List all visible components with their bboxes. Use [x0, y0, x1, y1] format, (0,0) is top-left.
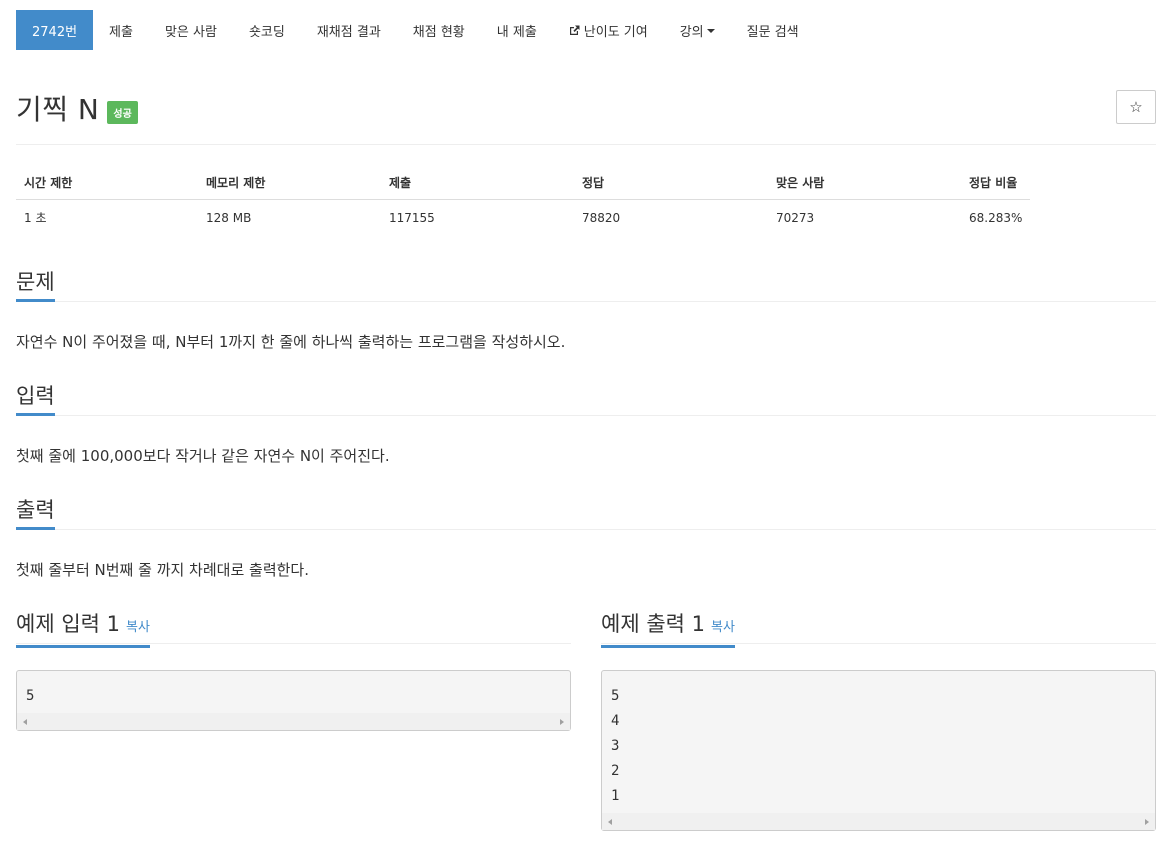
value-accept-ratio: 68.283%	[969, 210, 1023, 225]
page-title: 기찍 N	[16, 93, 100, 126]
input-description: 첫째 줄에 100,000보다 작거나 같은 자연수 N이 주어진다.	[16, 447, 390, 465]
tab-rejudge-results-label: 재채점 결과	[316, 24, 381, 40]
tab-submit-label: 제출	[109, 24, 133, 40]
tab-correct-users-label: 맞은 사람	[164, 24, 217, 40]
problem-info-table: 시간 제한 메모리 제한 제출 정답 맞은 사람 정답 비율 1 초 128 M…	[16, 166, 1031, 236]
tab-my-submissions[interactable]: 내 제출	[481, 10, 553, 50]
value-submissions: 117155	[389, 210, 435, 225]
output-section-title: 출력	[16, 494, 55, 530]
input-section-title: 입력	[16, 380, 55, 416]
tab-problem-label: 2742번	[32, 24, 78, 40]
scroll-right-icon[interactable]	[560, 719, 564, 725]
tab-my-submissions-label: 내 제출	[496, 24, 537, 40]
problem-section-header: 문제	[16, 266, 1156, 302]
copy-input-link[interactable]: 복사	[126, 620, 150, 635]
value-accepted: 78820	[582, 210, 621, 225]
value-correct-users: 70273	[776, 210, 815, 225]
star-button[interactable]: ☆	[1116, 90, 1156, 124]
header-accepted: 정답	[574, 166, 768, 200]
problem-description: 자연수 N이 주어졌을 때, N부터 1까지 한 줄에 하나씩 출력하는 프로그…	[16, 333, 566, 351]
sample-output-header: 예제 출력 1 복사	[601, 608, 1156, 648]
tab-status-label: 채점 현황	[412, 24, 465, 40]
table-header-row: 시간 제한 메모리 제한 제출 정답 맞은 사람 정답 비율	[16, 166, 1031, 200]
tab-question-search-label: 질문 검색	[746, 24, 799, 40]
header-memory-limit: 메모리 제한	[198, 166, 381, 200]
input-section-header: 입력	[16, 380, 1156, 416]
sample-output-value[interactable]: 5 4 3 2 1	[602, 671, 1155, 813]
value-time-limit: 1 초	[24, 211, 47, 226]
scroll-left-icon[interactable]	[608, 819, 612, 825]
value-memory-limit: 128 MB	[206, 210, 252, 225]
sample-input-title: 예제 입력 1 복사	[16, 608, 150, 648]
header-correct-users: 맞은 사람	[768, 166, 961, 200]
tab-lectures-dropdown[interactable]: 강의	[664, 10, 731, 50]
horizontal-scrollbar[interactable]	[602, 813, 1155, 830]
star-icon: ☆	[1129, 98, 1143, 116]
horizontal-scrollbar[interactable]	[17, 713, 570, 730]
tab-submit[interactable]: 제출	[93, 10, 149, 50]
tab-problem[interactable]: 2742번	[16, 10, 94, 50]
output-section-header: 출력	[16, 494, 1156, 530]
input-section: 입력 첫째 줄에 100,000보다 작거나 같은 자연수 N이 주어진다.	[16, 380, 1156, 466]
tab-difficulty-contribution[interactable]: 난이도 기여	[553, 10, 664, 50]
tab-question-search[interactable]: 질문 검색	[731, 10, 815, 50]
sample-output-title-text: 예제 출력 1	[601, 612, 705, 636]
output-section: 출력 첫째 줄부터 N번째 줄 까지 차례대로 출력한다.	[16, 494, 1156, 580]
sample-output-title: 예제 출력 1 복사	[601, 608, 735, 648]
copy-output-link[interactable]: 복사	[711, 620, 735, 635]
external-link-icon	[569, 25, 580, 36]
tab-status[interactable]: 채점 현황	[397, 10, 481, 50]
sample-input-box[interactable]: 5	[16, 670, 571, 731]
tab-rejudge-results[interactable]: 재채점 결과	[301, 10, 397, 50]
tab-difficulty-contribution-label: 난이도 기여	[583, 24, 648, 40]
problem-section-title: 문제	[16, 266, 55, 302]
header-submissions: 제출	[381, 166, 574, 200]
caret-down-icon	[706, 29, 715, 33]
tab-short-coding-label: 숏코딩	[248, 24, 285, 40]
scroll-right-icon[interactable]	[1145, 819, 1149, 825]
output-description: 첫째 줄부터 N번째 줄 까지 차례대로 출력한다.	[16, 561, 309, 579]
table-row: 1 초 128 MB 117155 78820 70273 68.283%	[16, 200, 1030, 236]
header-accept-ratio: 정답 비율	[961, 166, 1031, 200]
tab-correct-users[interactable]: 맞은 사람	[149, 10, 233, 50]
problem-section: 문제 자연수 N이 주어졌을 때, N부터 1까지 한 줄에 하나씩 출력하는 …	[16, 266, 1156, 352]
title-row: 기찍 N 성공	[16, 88, 138, 128]
sample-input-value[interactable]: 5	[17, 671, 570, 713]
tab-lectures-label: 강의	[679, 24, 704, 40]
header-time-limit: 시간 제한	[16, 166, 198, 200]
tab-short-coding[interactable]: 숏코딩	[233, 10, 301, 50]
status-badge: 성공	[107, 100, 138, 124]
title-divider	[16, 144, 1156, 145]
sample-input-header: 예제 입력 1 복사	[16, 608, 571, 648]
sample-output-box[interactable]: 5 4 3 2 1	[601, 670, 1156, 831]
scroll-left-icon[interactable]	[23, 719, 27, 725]
problem-menu: 2742번 제출 맞은 사람 숏코딩 재채점 결과 채점 현황 내 제출 난이도…	[16, 10, 815, 50]
sample-output-panel: 예제 출력 1 복사 5 4 3 2 1	[601, 608, 1156, 831]
sample-input-title-text: 예제 입력 1	[16, 612, 120, 636]
sample-input-panel: 예제 입력 1 복사 5	[16, 608, 571, 731]
